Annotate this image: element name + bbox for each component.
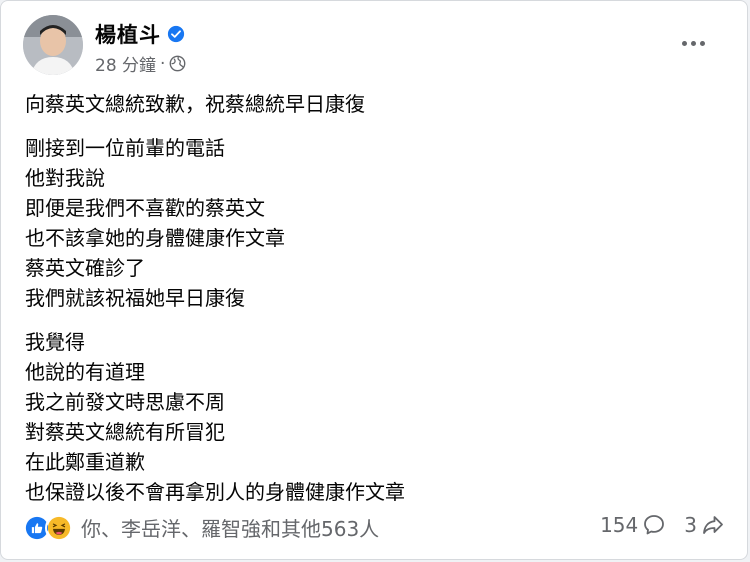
post-paragraph-1: 剛接到一位前輩的電話 他對我說 即便是我們不喜歡的蔡英文 也不該拿她的身體健康作… xyxy=(25,133,723,313)
text-line: 他對我說 xyxy=(25,166,105,190)
post-paragraph-2: 我覺得 他說的有道理 我之前發文時思慮不周 對蔡英文總統有所冒犯 在此鄭重道歉 … xyxy=(25,327,723,507)
text-line: 也不該拿她的身體健康作文章 xyxy=(25,226,285,250)
post-header: 楊植斗 28 分鐘 · xyxy=(23,15,727,77)
comment-icon xyxy=(644,515,665,535)
avatar[interactable] xyxy=(23,15,83,75)
post-footer: 你、李岳洋、羅智強和其他563人 154 3 xyxy=(23,509,725,549)
verified-badge-icon xyxy=(167,25,185,43)
text-line: 我們就該祝福她早日康復 xyxy=(25,286,245,310)
comments-count: 154 xyxy=(600,513,639,537)
meta-separator: · xyxy=(160,53,166,74)
comments-count-button[interactable]: 154 xyxy=(600,513,666,537)
post-body: 向蔡英文總統致歉，祝蔡總統早日康復 剛接到一位前輩的電話 他對我說 即便是我們不… xyxy=(25,89,723,521)
globe-icon xyxy=(170,55,186,72)
reaction-names[interactable]: 你、李岳洋、羅智強和其他563人 xyxy=(81,513,379,542)
share-icon xyxy=(703,516,723,534)
text-line: 在此鄭重道歉 xyxy=(25,450,145,474)
text-line: 我覺得 xyxy=(25,330,85,354)
text-line: 即便是我們不喜歡的蔡英文 xyxy=(25,196,265,220)
text-line: 我之前發文時思慮不周 xyxy=(25,390,225,414)
more-options-icon[interactable] xyxy=(677,31,709,55)
text-line: 也保證以後不會再拿別人的身體健康作文章 xyxy=(25,480,405,504)
shares-count-button[interactable]: 3 xyxy=(684,513,725,537)
avatar-image xyxy=(23,15,83,75)
haha-icon xyxy=(45,513,73,542)
text-line: 對蔡英文總統有所冒犯 xyxy=(25,420,225,444)
text-line: 剛接到一位前輩的電話 xyxy=(25,136,225,160)
text-line: 他說的有道理 xyxy=(25,360,145,384)
shares-count: 3 xyxy=(684,513,697,537)
author-name[interactable]: 楊植斗 xyxy=(95,19,161,49)
post-card: 楊植斗 28 分鐘 · 向蔡英文總統致歉，祝蔡總統早日康復 剛接到一位前輩的電話… xyxy=(0,0,748,560)
post-headline: 向蔡英文總統致歉，祝蔡總統早日康復 xyxy=(25,92,365,116)
post-timestamp[interactable]: 28 分鐘 xyxy=(95,51,156,76)
engagement-stats: 154 3 xyxy=(600,513,725,537)
reaction-summary[interactable]: 你、李岳洋、羅智強和其他563人 xyxy=(23,513,379,542)
text-line: 蔡英文確診了 xyxy=(25,256,145,280)
